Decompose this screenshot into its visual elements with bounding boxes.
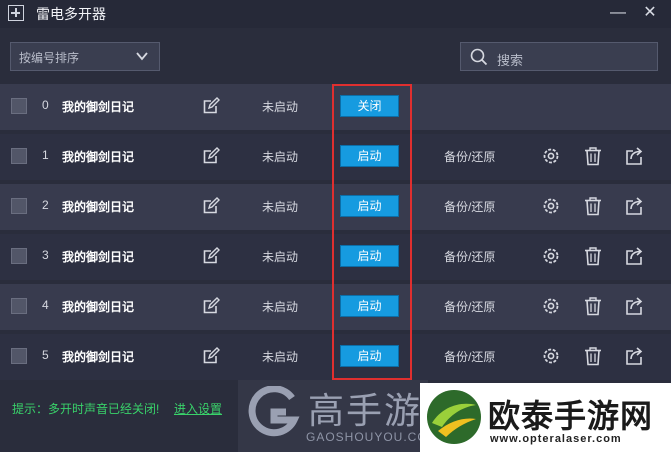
row-checkbox[interactable] [11,298,27,314]
stop-button[interactable]: 关闭 [340,95,399,117]
trash-icon[interactable] [583,196,603,216]
backup-restore-link[interactable]: 备份/还原 [444,248,495,265]
close-button[interactable]: ✕ [639,2,661,24]
gear-icon[interactable] [541,146,561,166]
opteralaser-url: www.opteralaser.com [490,433,622,445]
instance-index: 1 [42,148,49,162]
opteralaser-logo-icon [427,390,481,444]
instance-status: 未启动 [262,250,299,264]
chevron-down-icon [136,52,148,61]
instance-status: 未启动 [262,200,299,214]
add-window-icon [8,5,24,21]
instance-name: 我的御剑日记 [62,200,135,214]
edit-icon[interactable] [202,297,220,315]
start-button[interactable]: 启动 [340,145,399,167]
minimize-button[interactable]: — [607,2,629,24]
backup-restore-link[interactable]: 备份/还原 [444,348,495,365]
edit-icon[interactable] [202,347,220,365]
settings-link[interactable]: 进入设置 [174,400,222,417]
instance-status: 未启动 [262,100,299,114]
instance-index: 4 [42,298,49,312]
start-button[interactable]: 启动 [340,345,399,367]
gear-icon[interactable] [541,296,561,316]
start-button[interactable]: 启动 [340,295,399,317]
gaoshouyou-watermark: 高手游 GAOSHOUYOU.COM [238,380,438,452]
instance-name: 我的御剑日记 [62,300,135,314]
instance-index: 3 [42,248,49,262]
trash-icon[interactable] [583,146,603,166]
row-checkbox[interactable] [11,248,27,264]
row-checkbox[interactable] [11,198,27,214]
gear-icon[interactable] [541,346,561,366]
title-bar: 雷电多开器 — ✕ [0,0,671,28]
backup-restore-link[interactable]: 备份/还原 [444,198,495,215]
list-item: 2 我的御剑日记 未启动 启动 备份/还原 [0,184,671,230]
search-placeholder: 搜索 [497,53,524,68]
opteralaser-name: 欧泰手游网 [488,398,654,434]
list-item: 5 我的御剑日记 未启动 启动 备份/还原 [0,334,671,380]
list-item: 0 我的御剑日记 未启动 关闭 [0,84,671,130]
instance-status: 未启动 [262,300,299,314]
list-item: 1 我的御剑日记 未启动 启动 备份/还原 [0,134,671,180]
gaoshouyou-name: 高手游 [308,390,423,431]
instance-name: 我的御剑日记 [62,150,135,164]
gear-icon[interactable] [541,246,561,266]
toolbar: 按编号排序 搜索 [0,28,671,84]
search-input[interactable]: 搜索 [460,42,658,71]
search-icon [470,48,488,66]
instance-index: 0 [42,98,49,112]
edit-icon[interactable] [202,197,220,215]
sound-off-tip: 提示：多开时声音已经关闭! [12,402,160,416]
instance-index: 2 [42,198,49,212]
row-checkbox[interactable] [11,148,27,164]
gaoshouyou-url: GAOSHOUYOU.COM [306,430,439,444]
list-item: 3 我的御剑日记 未启动 启动 备份/还原 [0,234,671,280]
share-icon[interactable] [625,246,645,266]
row-checkbox[interactable] [11,98,27,114]
sort-dropdown-label: 按编号排序 [19,51,80,65]
edit-icon[interactable] [202,97,220,115]
trash-icon[interactable] [583,296,603,316]
edit-icon[interactable] [202,147,220,165]
trash-icon[interactable] [583,346,603,366]
opteralaser-watermark: 欧泰手游网 www.opteralaser.com [420,383,671,452]
gear-icon[interactable] [541,196,561,216]
instance-name: 我的御剑日记 [62,350,135,364]
window-title: 雷电多开器 [36,6,106,22]
share-icon[interactable] [625,296,645,316]
start-button[interactable]: 启动 [340,245,399,267]
instance-index: 5 [42,348,49,362]
instance-status: 未启动 [262,150,299,164]
row-checkbox[interactable] [11,348,27,364]
gaoshouyou-logo-icon [248,386,300,437]
share-icon[interactable] [625,346,645,366]
list-item: 4 我的御剑日记 未启动 启动 备份/还原 [0,284,671,330]
edit-icon[interactable] [202,247,220,265]
share-icon[interactable] [625,146,645,166]
share-icon[interactable] [625,196,645,216]
start-button[interactable]: 启动 [340,195,399,217]
sort-dropdown[interactable]: 按编号排序 [10,42,160,71]
instance-name: 我的御剑日记 [62,250,135,264]
backup-restore-link[interactable]: 备份/还原 [444,298,495,315]
instance-status: 未启动 [262,350,299,364]
trash-icon[interactable] [583,246,603,266]
backup-restore-link[interactable]: 备份/还原 [444,148,495,165]
instance-name: 我的御剑日记 [62,100,135,114]
